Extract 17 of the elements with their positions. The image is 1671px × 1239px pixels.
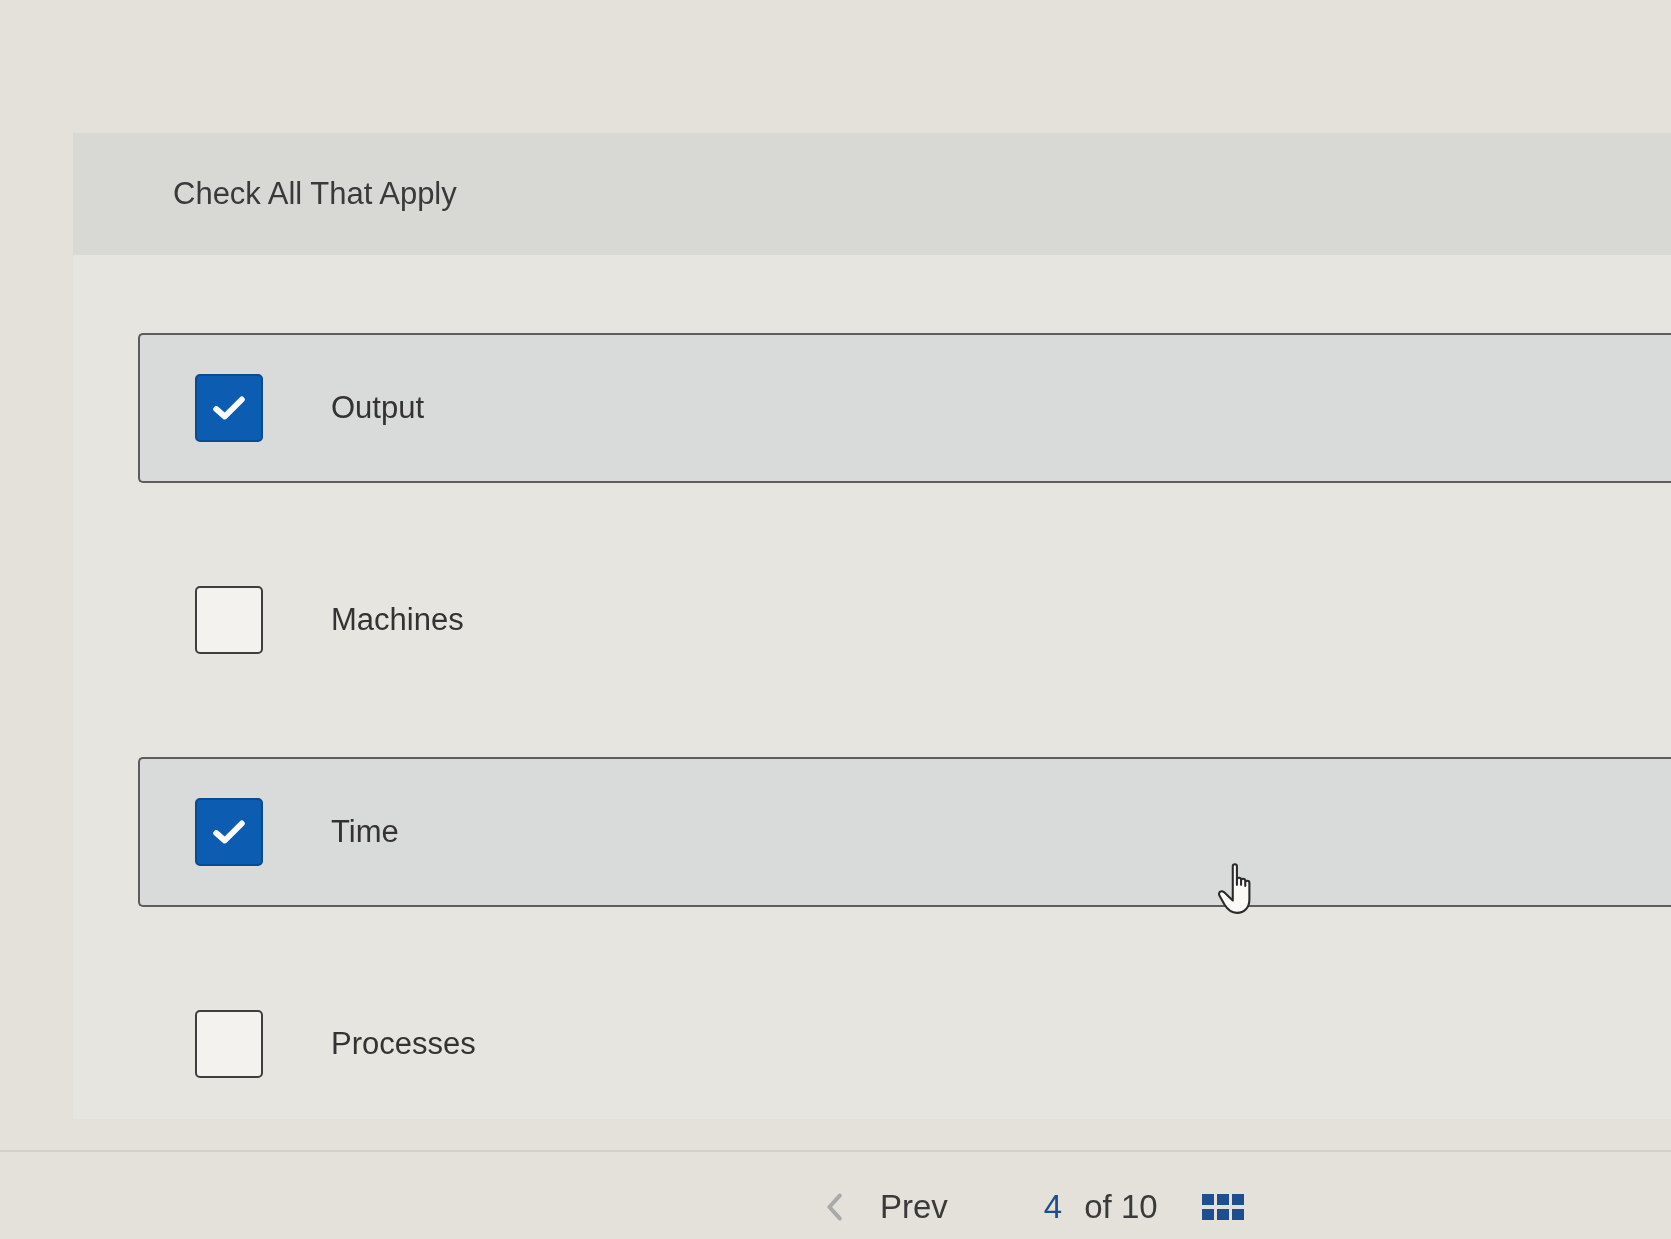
current-page-number: 4 <box>1043 1188 1063 1226</box>
option-label: Machines <box>331 602 464 638</box>
checkbox[interactable] <box>195 1010 263 1078</box>
option-label: Output <box>331 390 425 426</box>
checkbox[interactable] <box>195 374 263 442</box>
check-icon <box>213 819 245 845</box>
selected-option[interactable]: Output <box>138 333 1671 483</box>
grid-icon[interactable] <box>1201 1194 1244 1220</box>
prev-link[interactable]: Prev <box>880 1188 948 1226</box>
checkbox[interactable] <box>195 798 263 866</box>
check-icon <box>213 395 245 421</box>
option-label: Time <box>331 814 399 850</box>
option-label: Processes <box>331 1026 476 1062</box>
instruction-text: Check All That Apply <box>173 176 457 212</box>
page-total-text: of 10 <box>1084 1188 1158 1226</box>
selected-option[interactable]: Time <box>138 757 1671 907</box>
checkbox[interactable] <box>195 586 263 654</box>
